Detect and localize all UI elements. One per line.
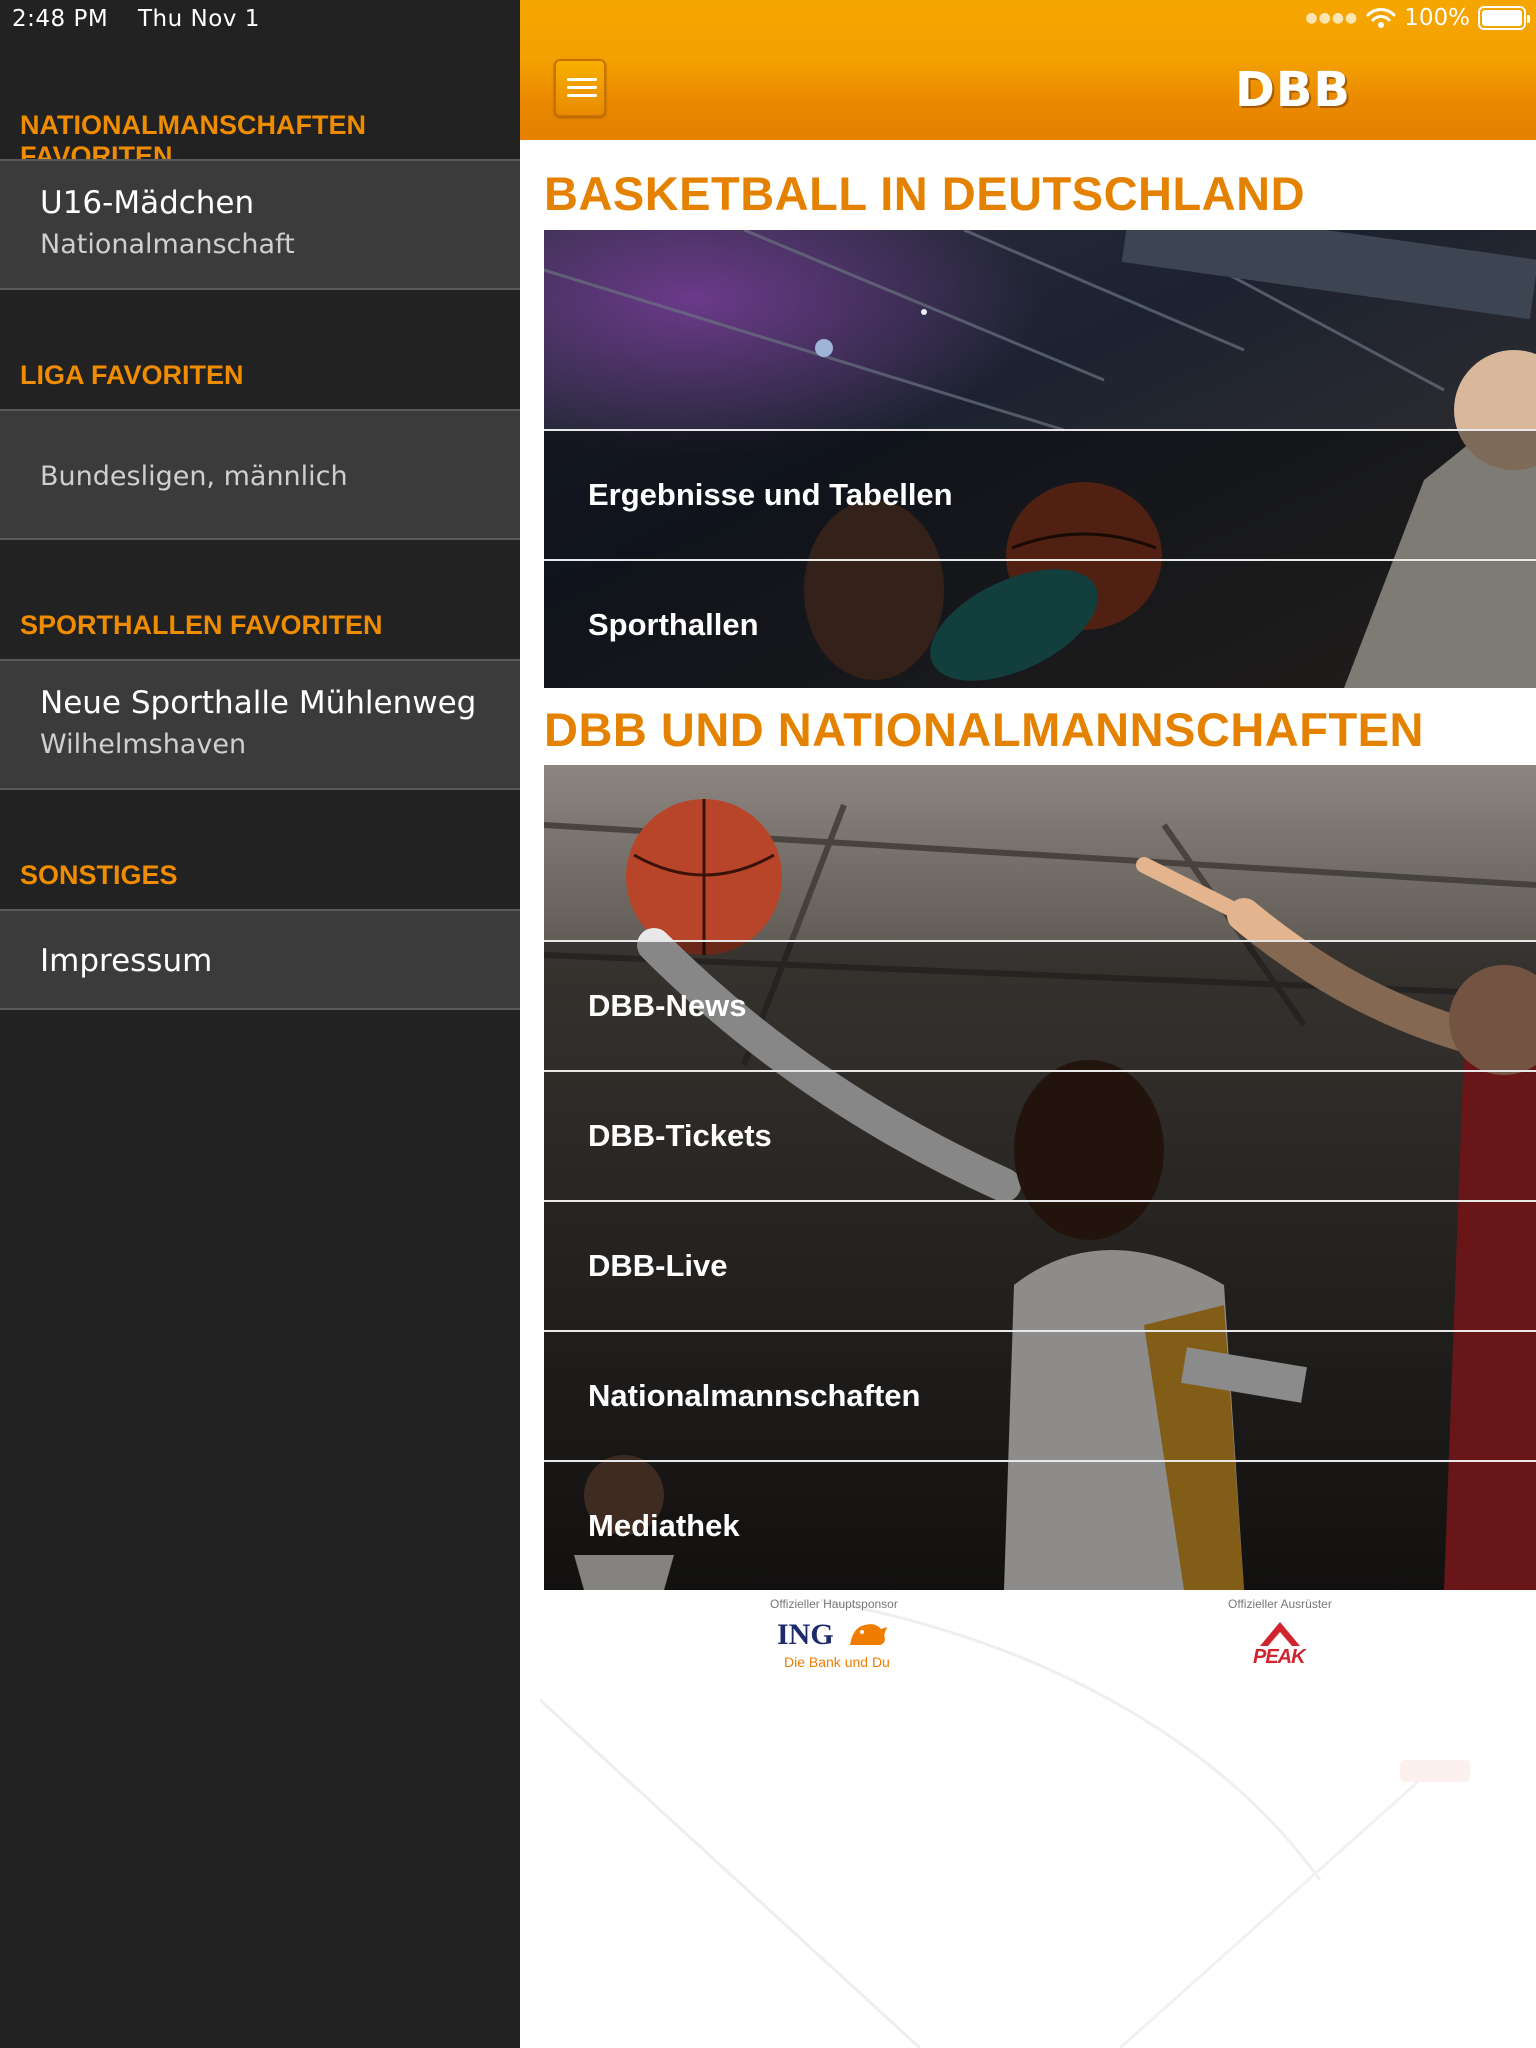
list-item-nationalmannschaften[interactable]: Nationalmannschaften [544, 1330, 1536, 1460]
sidebar-item-subtitle: Nationalmanschaft [40, 229, 295, 260]
list-item-label: DBB-Tickets [588, 1118, 772, 1153]
sponsor-caption-main: Offizieller Hauptsponsor [770, 1597, 898, 1611]
sidebar-header-misc: SONSTIGES [20, 860, 178, 890]
sidebar-item-title: Neue Sporthalle Mühlenweg [40, 685, 477, 721]
peak-logo-text: PEAK [1253, 1646, 1306, 1668]
section-title-dbb-national: DBB UND NATIONALMANNSCHAFTEN [544, 703, 1424, 756]
sidebar-item-impressum[interactable]: Impressum [0, 909, 520, 1010]
battery-icon [1478, 6, 1530, 30]
main-panel: ●●●● 100% DBB BASKETBALL IN DEUTSCHLAND [520, 0, 1536, 2048]
sidebar-item-subtitle: Wilhelmshaven [40, 729, 247, 760]
sidebar-header-leagues: LIGA FAVORITEN [20, 360, 244, 390]
status-bar-left: 2:48 PM Thu Nov 1 [12, 6, 282, 32]
sidebar-item-bundesligen[interactable]: Bundesligen, männlich [0, 409, 520, 540]
peak-triangle-icon [1260, 1622, 1300, 1646]
list-item-dbb-live[interactable]: DBB-Live [544, 1200, 1536, 1330]
dbb-logo: DBB [1235, 62, 1352, 118]
status-bar-right: ●●●● 100% [1305, 5, 1530, 31]
sponsor-caption-outfitter: Offizieller Ausrüster [1228, 1597, 1332, 1611]
list-item-mediathek[interactable]: Mediathek [544, 1460, 1536, 1590]
ing-logo-text: ING [777, 1618, 834, 1651]
signal-dots-icon: ●●●● [1305, 10, 1359, 26]
ing-tagline: Die Bank und Du [784, 1654, 890, 1670]
list-item-sporthallen[interactable]: Sporthallen [544, 559, 1536, 688]
list-item-dbb-tickets[interactable]: DBB-Tickets [544, 1070, 1536, 1200]
status-date: Thu Nov 1 [138, 6, 260, 32]
list-item-ergebnisse-tabellen[interactable]: Ergebnisse und Tabellen [544, 429, 1536, 559]
hamburger-menu-button[interactable] [554, 59, 606, 117]
hamburger-menu-icon [567, 78, 597, 81]
sidebar-item-u16-maedchen[interactable]: U16-Mädchen Nationalmanschaft [0, 159, 520, 290]
navigation-bar: ●●●● 100% DBB [520, 0, 1536, 140]
sidebar-header-halls: SPORTHALLEN FAVORITEN [20, 610, 383, 640]
peak-logo[interactable]: PEAK [1248, 1620, 1312, 1670]
section-image-basketball: Ergebnisse und Tabellen Sporthallen [544, 230, 1536, 688]
list-item-label: Nationalmannschaften [588, 1378, 921, 1413]
sidebar-item-title: Impressum [40, 943, 213, 979]
court-lines-background [538, 1598, 1470, 2048]
list-item-dbb-news[interactable]: DBB-News [544, 940, 1536, 1070]
list-item-label: DBB-News [588, 988, 747, 1023]
section-image-dbb-national: DBB-News DBB-Tickets DBB-Live Nationalma… [544, 765, 1536, 1590]
list-item-label: Sporthallen [588, 606, 759, 642]
sidebar: 2:48 PM Thu Nov 1 NATIONALMANSCHAFTEN FA… [0, 0, 520, 2048]
lion-icon [850, 1624, 887, 1645]
sidebar-item-subtitle: Bundesligen, männlich [40, 461, 348, 492]
ing-logo[interactable]: ING Die Bank und Du [777, 1616, 907, 1672]
list-item-label: DBB-Live [588, 1248, 728, 1283]
sidebar-item-title: U16-Mädchen [40, 185, 255, 221]
list-item-label: Mediathek [588, 1508, 740, 1543]
list-item-label: Ergebnisse und Tabellen [588, 477, 953, 512]
sidebar-item-sporthalle-muehlenweg[interactable]: Neue Sporthalle Mühlenweg Wilhelmshaven [0, 659, 520, 790]
wifi-icon [1366, 8, 1396, 28]
battery-percentage: 100% [1404, 5, 1470, 31]
section-title-basketball: BASKETBALL IN DEUTSCHLAND [544, 167, 1306, 220]
status-time: 2:48 PM [12, 6, 109, 32]
